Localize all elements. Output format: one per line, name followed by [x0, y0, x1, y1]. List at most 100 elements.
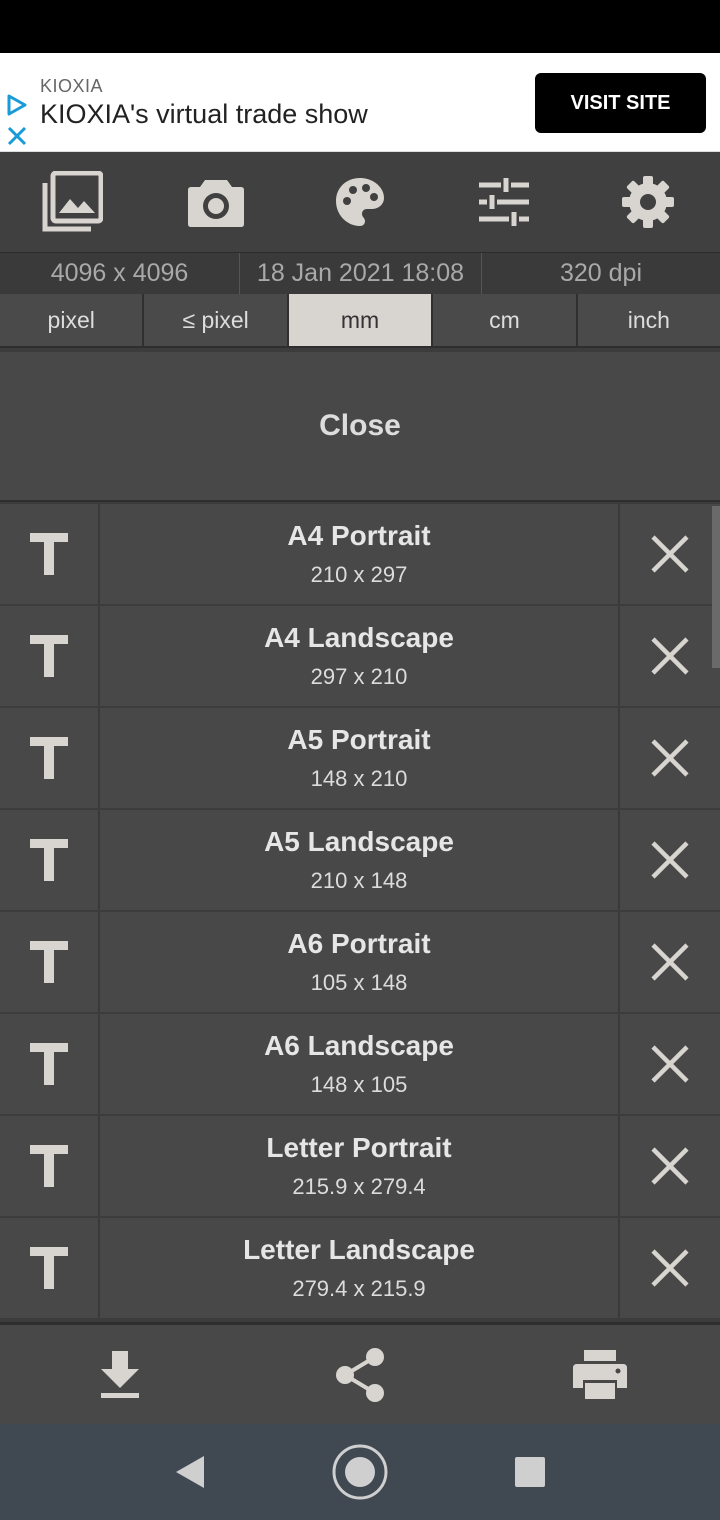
edit-button[interactable]	[0, 912, 100, 1012]
nav-recents-button[interactable]	[445, 1456, 615, 1488]
unit-cm[interactable]: cm	[433, 294, 578, 346]
ad-banner[interactable]: KIOXIA KIOXIA's virtual trade show VISIT…	[0, 53, 720, 152]
size-name: A5 Landscape	[264, 826, 454, 857]
unit-mm[interactable]: mm	[288, 294, 434, 346]
size-info[interactable]: A4 Landscape 297 x 210	[100, 606, 618, 706]
date-text: 18 Jan 2021 18:08	[240, 253, 482, 294]
list-item[interactable]: A4 Landscape 297 x 210	[0, 606, 720, 706]
recents-square-icon	[515, 1457, 545, 1487]
list-item[interactable]: A4 Portrait 210 x 297	[0, 504, 720, 604]
gallery-button[interactable]	[0, 152, 144, 252]
edit-button[interactable]	[0, 708, 100, 808]
text-icon	[30, 941, 68, 983]
unit-selector: pixel ≤ pixel mm cm inch	[0, 294, 720, 348]
text-icon	[30, 1145, 68, 1187]
delete-button[interactable]	[618, 606, 720, 706]
delete-button[interactable]	[618, 708, 720, 808]
settings-icon	[622, 176, 674, 228]
download-button[interactable]	[0, 1325, 240, 1424]
delete-button[interactable]	[618, 1218, 720, 1318]
adjustments-button[interactable]	[432, 152, 576, 252]
size-dims: 210 x 148	[310, 868, 408, 893]
list-scrollbar[interactable]	[712, 506, 720, 668]
unit-inch[interactable]: inch	[577, 294, 720, 346]
settings-button[interactable]	[576, 152, 720, 252]
edit-button[interactable]	[0, 1014, 100, 1114]
size-dims: 297 x 210	[310, 664, 408, 689]
size-list: A4 Portrait 210 x 297 A4 Landscape 297 x…	[0, 504, 720, 1320]
share-icon	[336, 1347, 384, 1402]
nav-home-button[interactable]	[275, 1443, 445, 1501]
list-item[interactable]: Letter Landscape 279.4 x 215.9	[0, 1218, 720, 1318]
delete-button[interactable]	[618, 810, 720, 910]
size-name: A6 Landscape	[264, 1030, 454, 1061]
size-info[interactable]: A4 Portrait 210 x 297	[100, 504, 618, 604]
close-icon	[651, 943, 689, 981]
palette-icon	[336, 178, 384, 226]
edit-button[interactable]	[0, 1116, 100, 1216]
ad-choices-icon[interactable]	[6, 94, 28, 116]
edit-button[interactable]	[0, 810, 100, 910]
list-item[interactable]: A5 Portrait 148 x 210	[0, 708, 720, 808]
size-dims: 148 x 105	[310, 1072, 408, 1097]
edit-button[interactable]	[0, 606, 100, 706]
delete-button[interactable]	[618, 1116, 720, 1216]
close-icon	[651, 637, 689, 675]
palette-button[interactable]	[288, 152, 432, 252]
size-info[interactable]: A5 Landscape 210 x 148	[100, 810, 618, 910]
size-name: A5 Portrait	[287, 724, 431, 755]
list-item[interactable]: A5 Landscape 210 x 148	[0, 810, 720, 910]
back-triangle-icon	[176, 1456, 204, 1488]
bottom-action-bar	[0, 1322, 720, 1424]
size-name: A6 Portrait	[287, 928, 431, 959]
text-icon	[30, 737, 68, 779]
gallery-icon	[42, 171, 103, 232]
size-info[interactable]: Letter Landscape 279.4 x 215.9	[100, 1218, 618, 1318]
image-info-bar: 4096 x 4096 18 Jan 2021 18:08 320 dpi	[0, 252, 720, 294]
close-icon	[651, 1249, 689, 1287]
size-dims: 105 x 148	[310, 970, 408, 995]
size-name: A4 Landscape	[264, 622, 454, 653]
list-item[interactable]: Letter Portrait 215.9 x 279.4	[0, 1116, 720, 1216]
text-icon	[30, 533, 68, 575]
status-bar	[0, 0, 720, 53]
close-button[interactable]: Close	[0, 352, 720, 502]
size-info[interactable]: Letter Portrait 215.9 x 279.4	[100, 1116, 618, 1216]
nav-back-button[interactable]	[105, 1455, 275, 1489]
unit-max-pixel[interactable]: ≤ pixel	[144, 294, 289, 346]
ad-headline[interactable]: KIOXIA's virtual trade show	[40, 99, 368, 130]
list-item[interactable]: A6 Landscape 148 x 105	[0, 1014, 720, 1114]
share-button[interactable]	[240, 1325, 480, 1424]
visit-site-button[interactable]: VISIT SITE	[535, 73, 706, 133]
text-icon	[30, 1247, 68, 1289]
system-nav-bar	[0, 1424, 720, 1520]
size-dims: 210 x 297	[310, 562, 408, 587]
size-name: A4 Portrait	[287, 520, 431, 551]
toolbar	[0, 152, 720, 252]
dpi-text: 320 dpi	[559, 259, 643, 287]
delete-button[interactable]	[618, 504, 720, 604]
size-info[interactable]: A5 Portrait 148 x 210	[100, 708, 618, 808]
close-icon	[651, 1045, 689, 1083]
size-info[interactable]: A6 Landscape 148 x 105	[100, 1014, 618, 1114]
text-icon	[30, 1043, 68, 1085]
ad-close-icon[interactable]	[6, 125, 28, 147]
size-name: Letter Landscape	[243, 1234, 475, 1265]
home-circle-icon	[332, 1444, 388, 1500]
resolution-text: 4096 x 4096	[0, 253, 240, 294]
size-dims: 279.4 x 215.9	[292, 1276, 426, 1301]
size-name: Letter Portrait	[266, 1132, 452, 1163]
size-info[interactable]: A6 Portrait 105 x 148	[100, 912, 618, 1012]
close-icon	[651, 535, 689, 573]
camera-button[interactable]	[144, 152, 288, 252]
print-button[interactable]	[480, 1325, 720, 1424]
sliders-icon	[479, 178, 529, 226]
edit-button[interactable]	[0, 1218, 100, 1318]
delete-button[interactable]	[618, 912, 720, 1012]
edit-button[interactable]	[0, 504, 100, 604]
delete-button[interactable]	[618, 1014, 720, 1114]
list-item[interactable]: A6 Portrait 105 x 148	[0, 912, 720, 1012]
ad-brand: KIOXIA	[40, 76, 104, 96]
unit-pixel[interactable]: pixel	[0, 294, 145, 346]
size-dims: 148 x 210	[310, 766, 408, 791]
